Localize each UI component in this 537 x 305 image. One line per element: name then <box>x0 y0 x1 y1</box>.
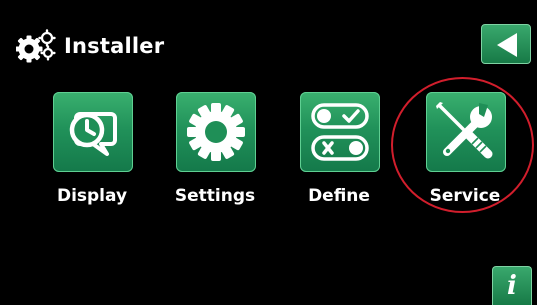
define-menu-item[interactable]: Define <box>278 92 398 212</box>
gear-icon <box>187 103 245 161</box>
define-tile-button[interactable] <box>300 92 380 172</box>
service-label: Service <box>429 186 501 206</box>
display-label: Display <box>56 186 128 206</box>
define-label: Define <box>308 186 370 206</box>
back-button[interactable] <box>481 24 531 64</box>
display-tile-button[interactable] <box>53 92 133 172</box>
toggle-switches-icon <box>311 103 369 161</box>
settings-tile-button[interactable] <box>176 92 256 172</box>
settings-menu-item[interactable]: Settings <box>154 92 274 212</box>
wrench-screwdriver-icon <box>436 102 493 159</box>
service-tile-button[interactable] <box>426 92 506 172</box>
display-clock-icon <box>69 112 117 156</box>
service-menu-item[interactable]: Service <box>404 92 524 212</box>
display-menu-item[interactable]: Display <box>31 92 151 212</box>
header: Installer <box>16 28 164 64</box>
info-icon: i <box>507 271 517 301</box>
settings-label: Settings <box>174 186 256 206</box>
info-button[interactable]: i <box>492 266 532 305</box>
gears-icon <box>16 29 56 63</box>
installer-screen: Installer Display Settings Define Servic… <box>0 0 537 305</box>
page-title: Installer <box>64 34 165 58</box>
back-arrow-icon <box>497 33 517 57</box>
